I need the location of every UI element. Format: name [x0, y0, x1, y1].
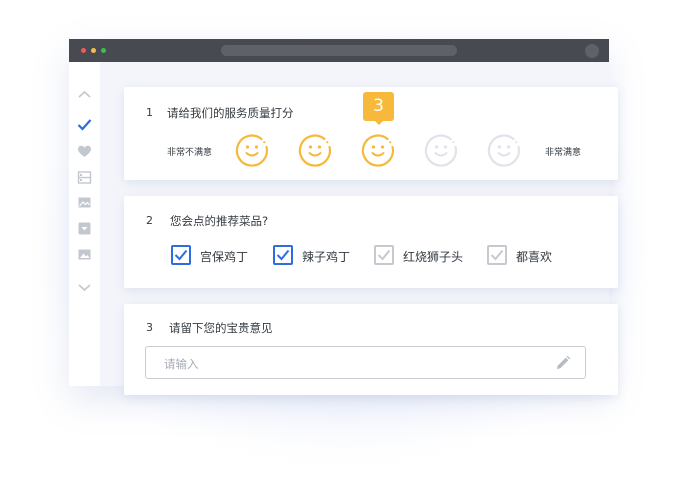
check-icon[interactable] [77, 117, 92, 132]
title-bar [69, 39, 609, 62]
question-1-number: 1 [146, 106, 153, 119]
smiley-face-icon[interactable] [361, 133, 395, 167]
smiley-face-icon[interactable] [424, 133, 458, 167]
feedback-input-placeholder[interactable]: 请输入 [164, 356, 199, 372]
question-2-text: 您会点的推荐菜品? [170, 214, 269, 228]
pencil-icon[interactable] [555, 355, 571, 371]
sidebar [69, 62, 100, 386]
option-label: 宫保鸡丁 [200, 250, 249, 264]
feedback-input-box[interactable]: 请输入 [145, 346, 586, 379]
chevron-up-icon[interactable] [77, 87, 92, 102]
picture-icon[interactable] [77, 247, 92, 262]
dropdown-icon[interactable] [77, 221, 92, 236]
option-checkbox[interactable] [273, 245, 293, 265]
check-icon [174, 249, 188, 261]
rating-low-label: 非常不满意 [167, 148, 213, 158]
option-label: 辣子鸡丁 [302, 250, 351, 264]
check-icon [377, 249, 391, 261]
heart-icon[interactable] [77, 144, 92, 159]
option-checkbox[interactable] [487, 245, 507, 265]
minimize-window-dot[interactable] [91, 48, 96, 53]
list-icon[interactable] [77, 170, 92, 185]
option-checkbox[interactable] [374, 245, 394, 265]
smiley-face-icon[interactable] [487, 133, 521, 167]
close-window-dot[interactable] [81, 48, 86, 53]
check-icon [490, 249, 504, 261]
option-checkbox[interactable] [171, 245, 191, 265]
question-3-number: 3 [146, 321, 153, 334]
option-label: 都喜欢 [516, 250, 553, 264]
image-icon[interactable] [77, 195, 92, 210]
rating-badge: 3 [363, 92, 394, 121]
smiley-face-icon[interactable] [235, 133, 269, 167]
smiley-face-icon[interactable] [298, 133, 332, 167]
profile-circle[interactable] [585, 44, 599, 58]
rating-badge-tail [374, 120, 384, 125]
check-icon [276, 249, 290, 261]
rating-high-label: 非常满意 [545, 148, 582, 158]
question-2-number: 2 [146, 214, 153, 227]
question-1-text: 请给我们的服务质量打分 [167, 106, 294, 120]
chevron-down-icon[interactable] [77, 280, 92, 295]
question-2-card [124, 196, 618, 288]
stage: 1 请给我们的服务质量打分 非常不满意 非常满意 3 2 您会点的推荐菜品? 宫… [0, 0, 678, 486]
question-3-text: 请留下您的宝贵意见 [169, 321, 273, 335]
maximize-window-dot[interactable] [101, 48, 106, 53]
address-bar[interactable] [221, 45, 457, 56]
option-label: 红烧狮子头 [403, 250, 464, 264]
